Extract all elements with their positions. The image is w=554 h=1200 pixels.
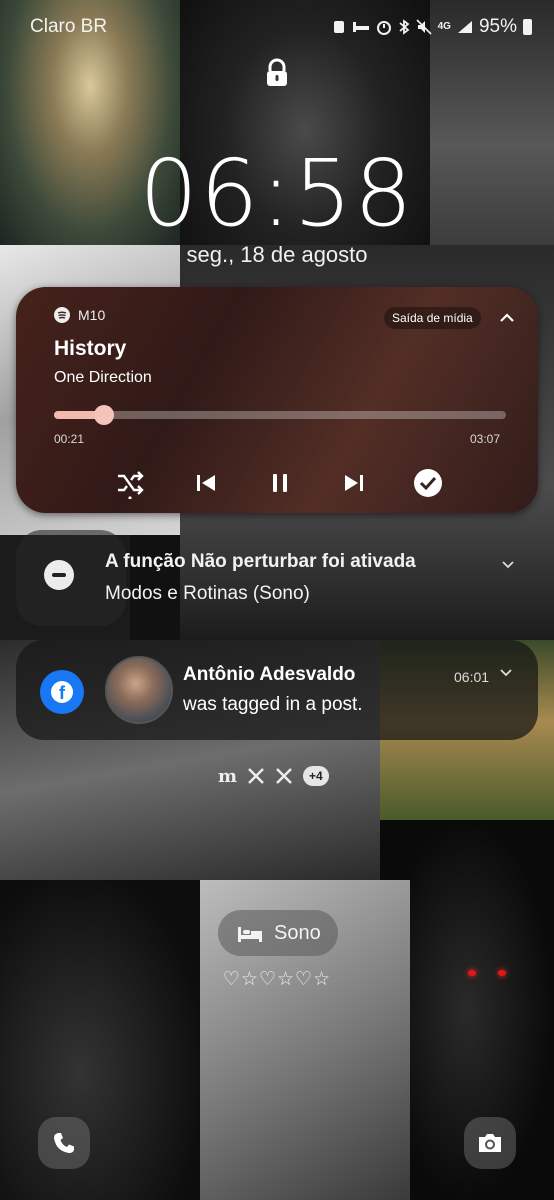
more-notifications-badge: +4 [303,766,329,786]
network-type: 4G [437,21,451,32]
notification-message: was tagged in a post. [183,694,363,715]
x-icon [248,768,264,784]
battery-percent: 95% [478,16,517,37]
bed-icon [238,927,262,942]
elapsed-time: 00:21 [54,432,85,446]
dnd-notification-subtitle: Modos e Rotinas (Sono) [105,583,310,604]
signal-icon [457,21,472,33]
notification-sender: Antônio Adesvaldo [183,664,356,685]
media-player-card[interactable]: M10 History One Direction Saída de mídia… [16,287,538,513]
sleep-mode-label: Sono [274,921,321,944]
do-not-disturb-icon [44,560,74,590]
status-bar: Claro BR 4G 95% [30,14,532,40]
media-output-button[interactable]: Saída de mídia [384,307,481,329]
pause-icon[interactable] [264,467,296,499]
camera-icon [479,1134,501,1152]
lock-date: seg., 18 de agosto [186,242,368,267]
camera-shortcut[interactable] [464,1117,516,1169]
chevron-up-icon[interactable] [496,307,518,329]
total-duration: 03:07 [469,432,500,446]
seek-bar[interactable] [54,405,506,425]
lock-clock: 06:58 [139,140,415,247]
lock-icon[interactable] [263,58,291,88]
sleep-mode-chip[interactable]: Sono [218,910,338,956]
dnd-notification-title[interactable]: A função Não perturbar foi ativada [105,551,416,573]
mute-icon [416,19,432,35]
avatar [105,656,173,724]
spotify-icon [54,307,70,323]
phone-icon [54,1133,74,1153]
chevron-down-icon[interactable] [498,664,514,680]
notification-icons-strip[interactable]: m +4 [218,764,329,788]
lock-screen-message: ♡☆♡☆♡☆ [222,968,332,990]
facebook-notification[interactable] [16,640,538,740]
shuffle-icon[interactable] [114,467,146,499]
alarm-icon [376,21,391,35]
wallpaper-tile [0,880,200,1200]
saved-check-icon[interactable] [412,467,444,499]
x-icon [276,768,292,784]
media-app-label: M10 [54,307,105,323]
m-icon: m [218,765,238,787]
chevron-down-icon[interactable] [500,556,516,572]
bluetooth-icon [399,19,410,35]
battery-icon [523,19,532,35]
track-title: History [54,337,127,360]
carrier-label: Claro BR [30,16,108,37]
previous-track-icon[interactable] [190,467,222,499]
track-artist: One Direction [54,369,152,386]
notification-time: 06:01 [454,669,490,685]
status-icons: 4G 95% [332,16,532,38]
next-track-icon[interactable] [338,467,370,499]
seek-bar-thumb[interactable] [93,405,114,425]
sim-icon [333,21,344,33]
facebook-icon: f [40,670,84,714]
phone-shortcut[interactable] [38,1117,90,1169]
media-device-label: M10 [78,307,106,323]
bed-status-icon [352,22,369,32]
